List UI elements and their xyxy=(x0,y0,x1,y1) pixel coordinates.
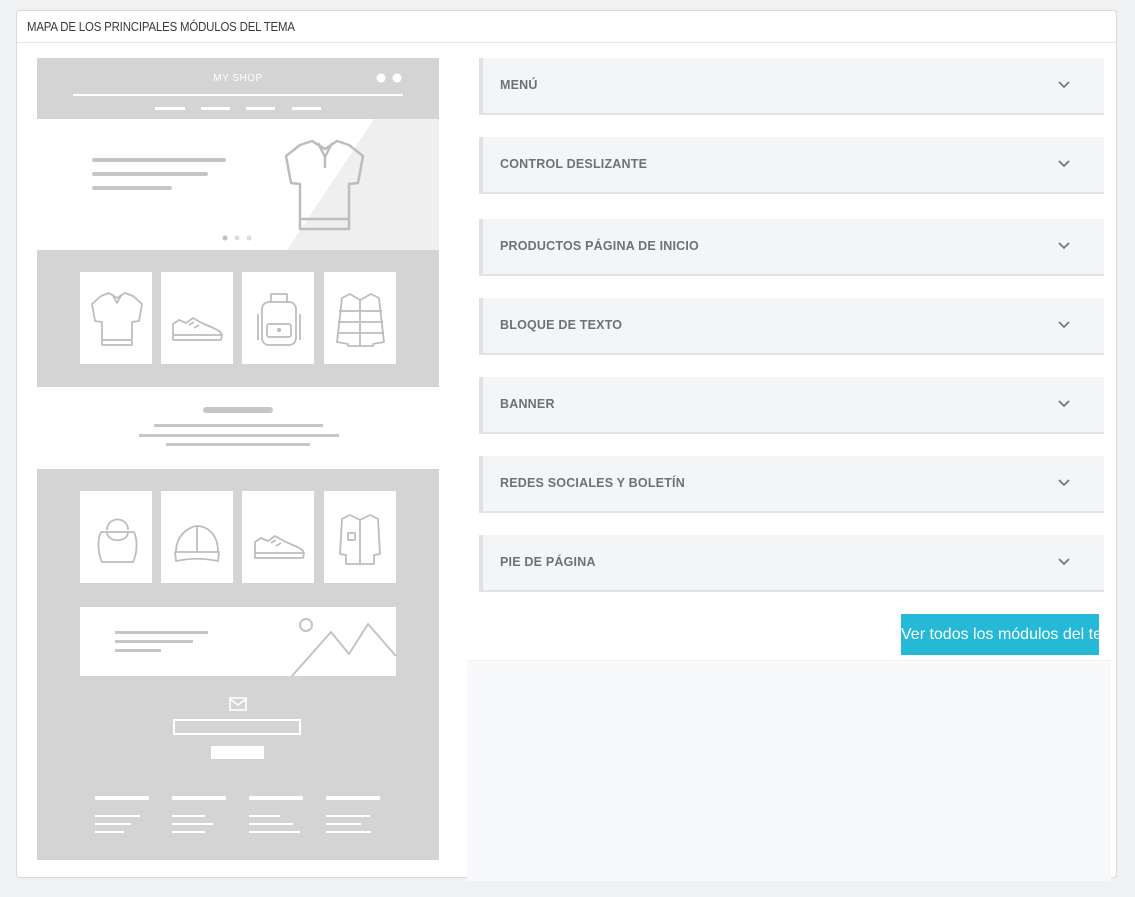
accordion-item-banner[interactable]: BANNER xyxy=(479,377,1104,432)
accordion-item-text-block[interactable]: BLOQUE DE TEXTO xyxy=(479,298,1104,353)
accordion-item-slider[interactable]: CONTROL DESLIZANTE xyxy=(479,137,1104,192)
panel-divider xyxy=(17,42,1116,43)
mockup-shop-name: MY SHOP xyxy=(213,73,262,84)
chevron-down-icon xyxy=(1058,400,1070,408)
mockup-header: MY SHOP xyxy=(37,58,439,119)
chevron-down-icon xyxy=(1058,558,1070,566)
empty-overlay-area xyxy=(467,660,1111,881)
accordion-label: PRODUCTOS PÁGINA DE INICIO xyxy=(500,239,699,253)
mockup-text-block xyxy=(139,407,339,446)
accordion-label: BLOQUE DE TEXTO xyxy=(500,318,623,332)
mockup-lower-section xyxy=(37,469,439,860)
accordion-label: PIE DE PÁGINA xyxy=(500,555,596,569)
theme-layout-mockup: MY SHOP xyxy=(37,58,439,860)
accordion-item-menu[interactable]: MENÚ xyxy=(479,58,1104,113)
accordion-item-home-products[interactable]: PRODUCTOS PÁGINA DE INICIO xyxy=(479,219,1104,274)
chevron-down-icon xyxy=(1058,242,1070,250)
chevron-down-icon xyxy=(1058,160,1070,168)
accordion-item-social-newsletter[interactable]: REDES SOCIALES Y BOLETÍN xyxy=(479,456,1104,511)
accordion-label: REDES SOCIALES Y BOLETÍN xyxy=(500,476,685,490)
mockup-banner xyxy=(80,607,397,677)
accordion-label: BANNER xyxy=(500,397,555,411)
chevron-down-icon xyxy=(1058,321,1070,329)
chevron-down-icon xyxy=(1058,81,1070,89)
accordion-label: MENÚ xyxy=(500,78,538,92)
accordion-item-footer[interactable]: PIE DE PÁGINA xyxy=(479,535,1104,590)
chevron-down-icon xyxy=(1058,479,1070,487)
mockup-featured-products xyxy=(37,250,439,387)
view-all-modules-button[interactable]: Ver todos los módulos del tema xyxy=(901,614,1099,655)
accordion-label: CONTROL DESLIZANTE xyxy=(500,157,648,171)
mockup-slider xyxy=(37,119,439,250)
panel-title: MAPA DE LOS PRINCIPALES MÓDULOS DEL TEMA xyxy=(27,19,295,34)
